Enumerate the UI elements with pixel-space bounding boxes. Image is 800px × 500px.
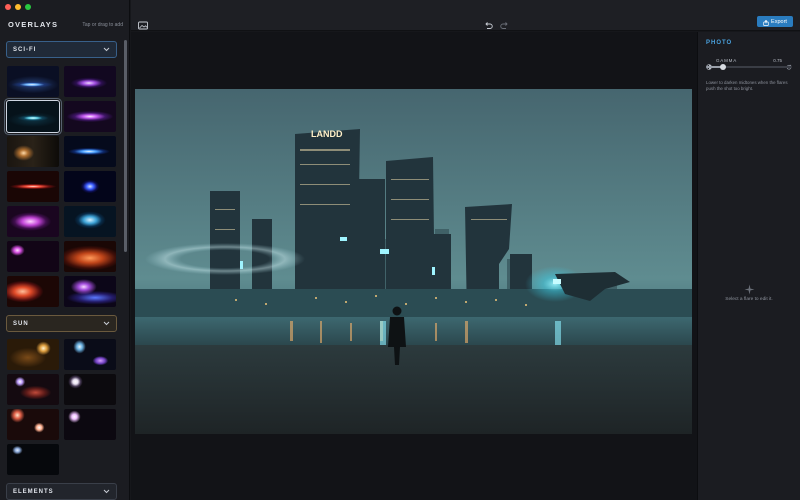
sidebar-hint: Tap or drag to add	[82, 21, 123, 28]
overlay-thumb-sun-4[interactable]	[64, 374, 116, 405]
share-icon	[763, 13, 769, 31]
gamma-label: GAMMA	[716, 57, 738, 63]
category-sun[interactable]: SUN	[6, 315, 117, 332]
chevron-down-icon	[102, 488, 110, 496]
window-controls	[5, 4, 31, 10]
overlay-thumb-scifi-3[interactable]	[6, 100, 60, 133]
overlay-thumb-sun-6[interactable]	[64, 409, 116, 440]
overlay-thumb-scifi-13[interactable]	[7, 276, 59, 307]
sidebar-title: OVERLAYS	[8, 20, 59, 29]
sidebar-header: OVERLAYS Tap or drag to add	[8, 20, 123, 29]
toolbar	[131, 0, 800, 31]
category-elements[interactable]: ELEMENTS	[6, 483, 117, 500]
close-window-button[interactable]	[5, 4, 11, 10]
overlay-thumb-scifi-1[interactable]	[7, 66, 59, 97]
overlay-thumb-scifi-9[interactable]	[7, 206, 59, 237]
overlay-thumb-scifi-2[interactable]	[64, 66, 116, 97]
overlays-sidebar: OVERLAYS Tap or drag to add SCI-FI SUN E…	[0, 0, 130, 500]
overlay-thumb-sun-3[interactable]	[7, 374, 59, 405]
gamma-description: Lower to darken midtones when the flares…	[706, 80, 788, 91]
category-scifi[interactable]: SCI-FI	[6, 41, 117, 58]
overlay-thumb-scifi-6[interactable]	[64, 136, 116, 167]
category-label: ELEMENTS	[13, 488, 54, 495]
gamma-slider[interactable]	[706, 64, 792, 70]
sparkle-icon	[744, 282, 755, 295]
overlay-thumb-scifi-12[interactable]	[64, 241, 116, 272]
overlay-thumb-scifi-14[interactable]	[64, 276, 116, 307]
export-button[interactable]: Export	[757, 16, 793, 27]
overlay-thumb-sun-5[interactable]	[7, 409, 59, 440]
zoom-window-button[interactable]	[25, 4, 31, 10]
image-icon[interactable]	[138, 17, 148, 30]
redo-icon[interactable]	[500, 17, 509, 29]
app-window: OVERLAYS Tap or drag to add SCI-FI SUN E…	[0, 0, 800, 500]
photo-canvas[interactable]: LANDD	[135, 89, 692, 434]
gamma-control: GAMMA 0.75	[706, 56, 792, 70]
overlay-thumb-sun-7[interactable]	[7, 444, 59, 475]
overlay-thumb-scifi-8[interactable]	[64, 171, 116, 202]
overlay-thumb-scifi-11[interactable]	[7, 241, 59, 272]
overlay-thumb-scifi-4[interactable]	[64, 101, 116, 132]
section-title: PHOTO	[706, 40, 733, 46]
sidebar-scrollbar-thumb[interactable]	[124, 40, 127, 252]
minimize-window-button[interactable]	[15, 4, 21, 10]
chevron-down-icon	[102, 320, 110, 328]
empty-state-text: Select a flare to edit it.	[725, 297, 773, 302]
overlay-thumb-sun-1[interactable]	[7, 339, 59, 370]
undo-icon[interactable]	[484, 17, 493, 29]
gamma-value: 0.75	[773, 57, 782, 63]
overlay-thumb-scifi-7[interactable]	[7, 171, 59, 202]
chevron-down-icon	[102, 46, 110, 54]
reset-icon[interactable]	[786, 57, 792, 70]
export-label: Export	[771, 18, 787, 25]
empty-state: Select a flare to edit it.	[710, 282, 788, 303]
overlay-thumb-sun-2[interactable]	[64, 339, 116, 370]
category-label: SCI-FI	[13, 46, 37, 53]
overlay-thumb-scifi-5[interactable]	[7, 136, 59, 167]
building-sign: LANDD	[311, 129, 343, 139]
inspector-panel	[697, 32, 800, 500]
overlay-thumb-scifi-10[interactable]	[64, 206, 116, 237]
contrast-icon	[706, 57, 712, 70]
category-label: SUN	[13, 320, 29, 327]
